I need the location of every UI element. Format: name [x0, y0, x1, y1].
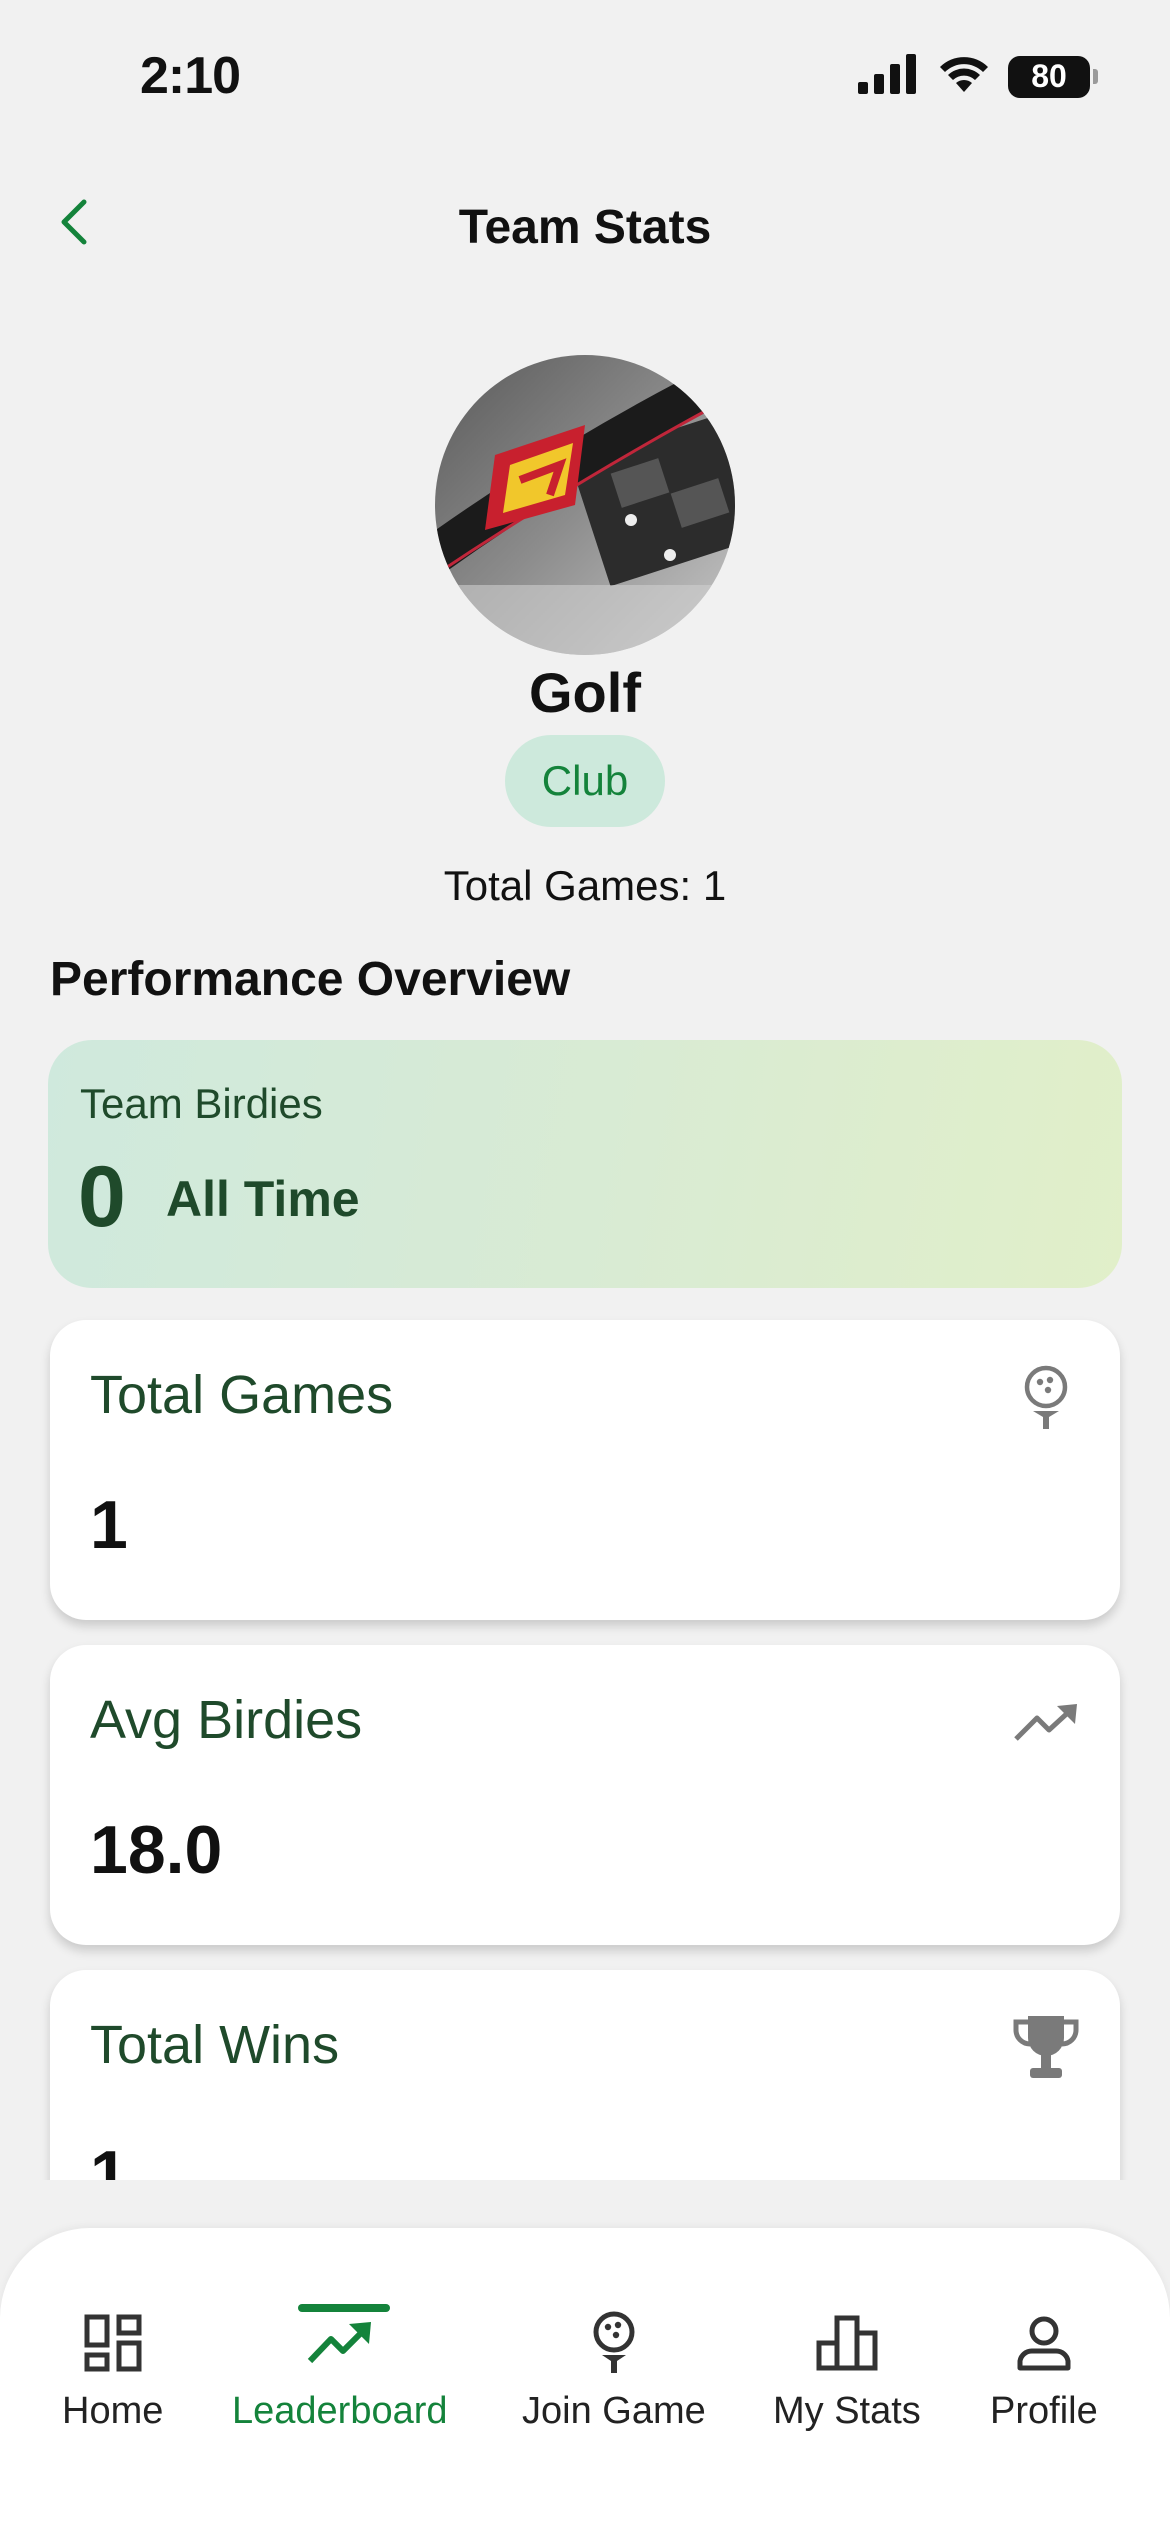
wifi-icon [938, 54, 990, 99]
team-avatar [435, 355, 735, 655]
trending-up-icon [1008, 1685, 1084, 1761]
bar-chart-icon [812, 2308, 882, 2378]
birdies-value: 0 [78, 1149, 126, 1245]
stat-card-total-wins: Total Wins 1 [50, 1970, 1120, 2180]
total-games-summary: Total Games: 1 [443, 862, 727, 909]
nav-label: Home [62, 2390, 164, 2432]
golf-ball-tee-icon [1008, 1360, 1084, 1436]
nav-item-leaderboard[interactable]: Leaderboard [232, 2308, 448, 2433]
person-icon [1009, 2308, 1079, 2378]
nav-item-join-game[interactable]: Join Game [522, 2308, 706, 2433]
status-icons: 80 [858, 54, 1098, 99]
birdies-period: All Time [166, 1171, 360, 1227]
status-time: 2:10 [140, 47, 241, 105]
nav-label: Join Game [522, 2390, 706, 2432]
stat-label: Total Games [90, 1365, 394, 1425]
stat-value: 1 [90, 1487, 128, 1563]
golf-ball-tee-icon [579, 2308, 649, 2378]
trending-up-icon [305, 2308, 375, 2378]
bottom-navigation: Home Leaderboard Join Game My Stats Prof… [0, 2228, 1170, 2532]
team-type-badge: Club [505, 735, 665, 827]
dashboard-icon [78, 2308, 148, 2378]
signal-icon [858, 54, 920, 99]
birdies-label: Team Birdies [80, 1080, 323, 1127]
team-birdies-card: Team Birdies 0 All Time [48, 1040, 1122, 1288]
battery-icon: 80 [1008, 55, 1098, 98]
nav-label: Profile [990, 2390, 1098, 2432]
header: Team Stats [0, 180, 1170, 270]
team-name: Golf [529, 661, 641, 724]
stat-value: 18.0 [90, 1812, 223, 1888]
page-title: Team Stats [458, 201, 712, 254]
trophy-icon [1008, 2010, 1084, 2086]
nav-item-my-stats[interactable]: My Stats [773, 2308, 921, 2433]
nav-item-profile[interactable]: Profile [990, 2308, 1098, 2433]
nav-label: Leaderboard [232, 2390, 448, 2432]
status-bar: 2:10 80 [0, 0, 1170, 150]
nav-item-home[interactable]: Home [62, 2308, 163, 2433]
stat-label: Total Wins [90, 2015, 340, 2075]
active-tab-indicator [298, 2304, 390, 2312]
stats-scroll-area[interactable]: Total Games 1 Avg Birdies 18.0 Total Win… [0, 1310, 1170, 2180]
battery-level: 80 [1031, 58, 1067, 94]
stat-value: 1 [90, 2137, 128, 2180]
stat-card-avg-birdies: Avg Birdies 18.0 [50, 1645, 1120, 1945]
section-title: Performance Overview [50, 953, 571, 1006]
stat-card-total-games: Total Games 1 [50, 1320, 1120, 1620]
stat-label: Avg Birdies [90, 1690, 363, 1750]
nav-label: My Stats [773, 2390, 921, 2432]
